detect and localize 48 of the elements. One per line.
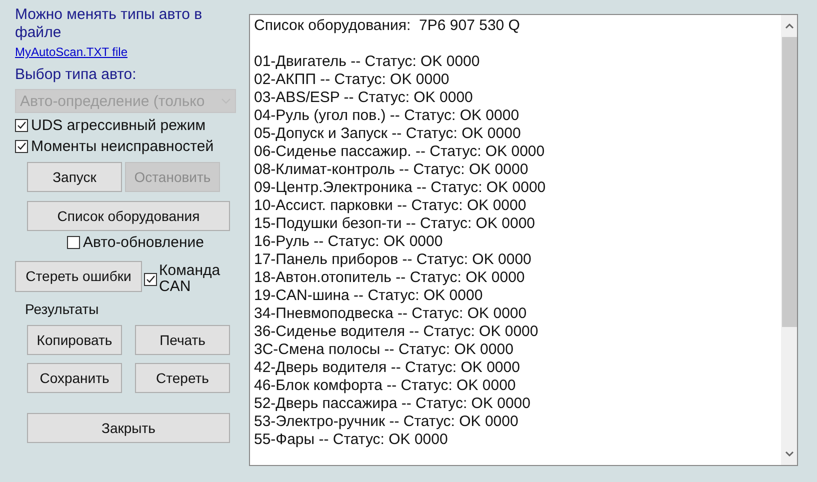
output-line: 05-Допуск и Запуск -- Статус: OK 0000 <box>254 125 521 142</box>
clear-errors-button[interactable]: Стереть ошибки <box>15 260 142 292</box>
checkbox[interactable] <box>67 236 80 249</box>
result-action-button[interactable]: Стереть <box>135 363 230 393</box>
result-action-button[interactable]: Печать <box>135 325 230 355</box>
scroll-up-icon[interactable] <box>784 23 794 29</box>
scroll-down-icon[interactable] <box>784 451 794 457</box>
output-line: 06-Сиденье пассажир. -- Статус: OK 0000 <box>254 143 545 160</box>
output-line: 08-Климат-контроль -- Статус: OK 0000 <box>254 161 528 178</box>
output-line: 53-Электро-ручник -- Статус: OK 0000 <box>254 413 518 430</box>
output-header: Список оборудования: 7P6 907 530 Q <box>254 17 520 34</box>
output-line: 36-Сиденье водителя -- Статус: OK 0000 <box>254 323 538 340</box>
results-label: Результаты <box>25 301 100 317</box>
can-command-checkbox[interactable]: Команда CAN <box>144 263 229 295</box>
result-action-button[interactable]: Сохранить <box>27 363 122 393</box>
start-button[interactable]: Запуск <box>27 162 122 192</box>
output-line: 52-Дверь пассажира -- Статус: OK 0000 <box>254 395 530 412</box>
output-line: 09-Центр.Электроника -- Статус: OK 0000 <box>254 179 546 196</box>
equipment-list-button[interactable]: Список оборудования <box>27 201 230 231</box>
file-link[interactable]: MyAutoScan.TXT file <box>15 45 128 59</box>
output-line: 10-Ассист. парковки -- Статус: OK 0000 <box>254 197 526 214</box>
output-line: 16-Руль -- Статус: OK 0000 <box>254 233 443 250</box>
info-text: Можно менять типы авто в файле <box>15 6 204 42</box>
output-line: 46-Блок комфорта -- Статус: OK 0000 <box>254 377 516 394</box>
output-line: 15-Подушки безоп-ти -- Статус: OK 0000 <box>254 215 536 232</box>
output-line: 18-Автон.отопитель -- Статус: OK 0000 <box>254 269 525 286</box>
scrollbar[interactable] <box>781 15 797 465</box>
output-line: 55-Фары -- Статус: OK 0000 <box>254 431 448 448</box>
output-line: 02-АКПП -- Статус: OK 0000 <box>254 71 450 88</box>
output-line: 42-Дверь водителя -- Статус: OK 0000 <box>254 359 520 376</box>
result-action-button[interactable]: Копировать <box>27 325 122 355</box>
checkbox[interactable] <box>15 119 28 132</box>
output-line: 03-ABS/ESP -- Статус: OK 0000 <box>254 89 473 106</box>
auto-update-checkbox[interactable]: Авто-обновление <box>67 234 204 251</box>
output-line: 3C-Смена полосы -- Статус: OK 0000 <box>254 341 514 358</box>
output-text-area[interactable] <box>249 14 798 466</box>
output-line: 19-CAN-шина -- Статус: OK 0000 <box>254 287 483 304</box>
checkbox[interactable] <box>144 272 157 286</box>
output-line: 17-Панель приборов -- Статус: OK 0000 <box>254 251 532 268</box>
output-line: 04-Руль (угол пов.) -- Статус: OK 0000 <box>254 107 520 124</box>
scrollbar-thumb[interactable] <box>782 37 796 327</box>
output-line: 34-Пневмоподвеска -- Статус: OK 0000 <box>254 305 527 322</box>
car-type-label: Выбор типа авто: <box>15 66 138 83</box>
close-button[interactable]: Закрыть <box>27 413 230 443</box>
checkbox[interactable] <box>15 140 28 153</box>
checkbox-option[interactable]: UDS агрессивный режим <box>15 117 206 134</box>
output-line: 01-Двигатель -- Статус: OK 0000 <box>254 53 480 70</box>
checkbox-option[interactable]: Моменты неисправностей <box>15 138 214 155</box>
